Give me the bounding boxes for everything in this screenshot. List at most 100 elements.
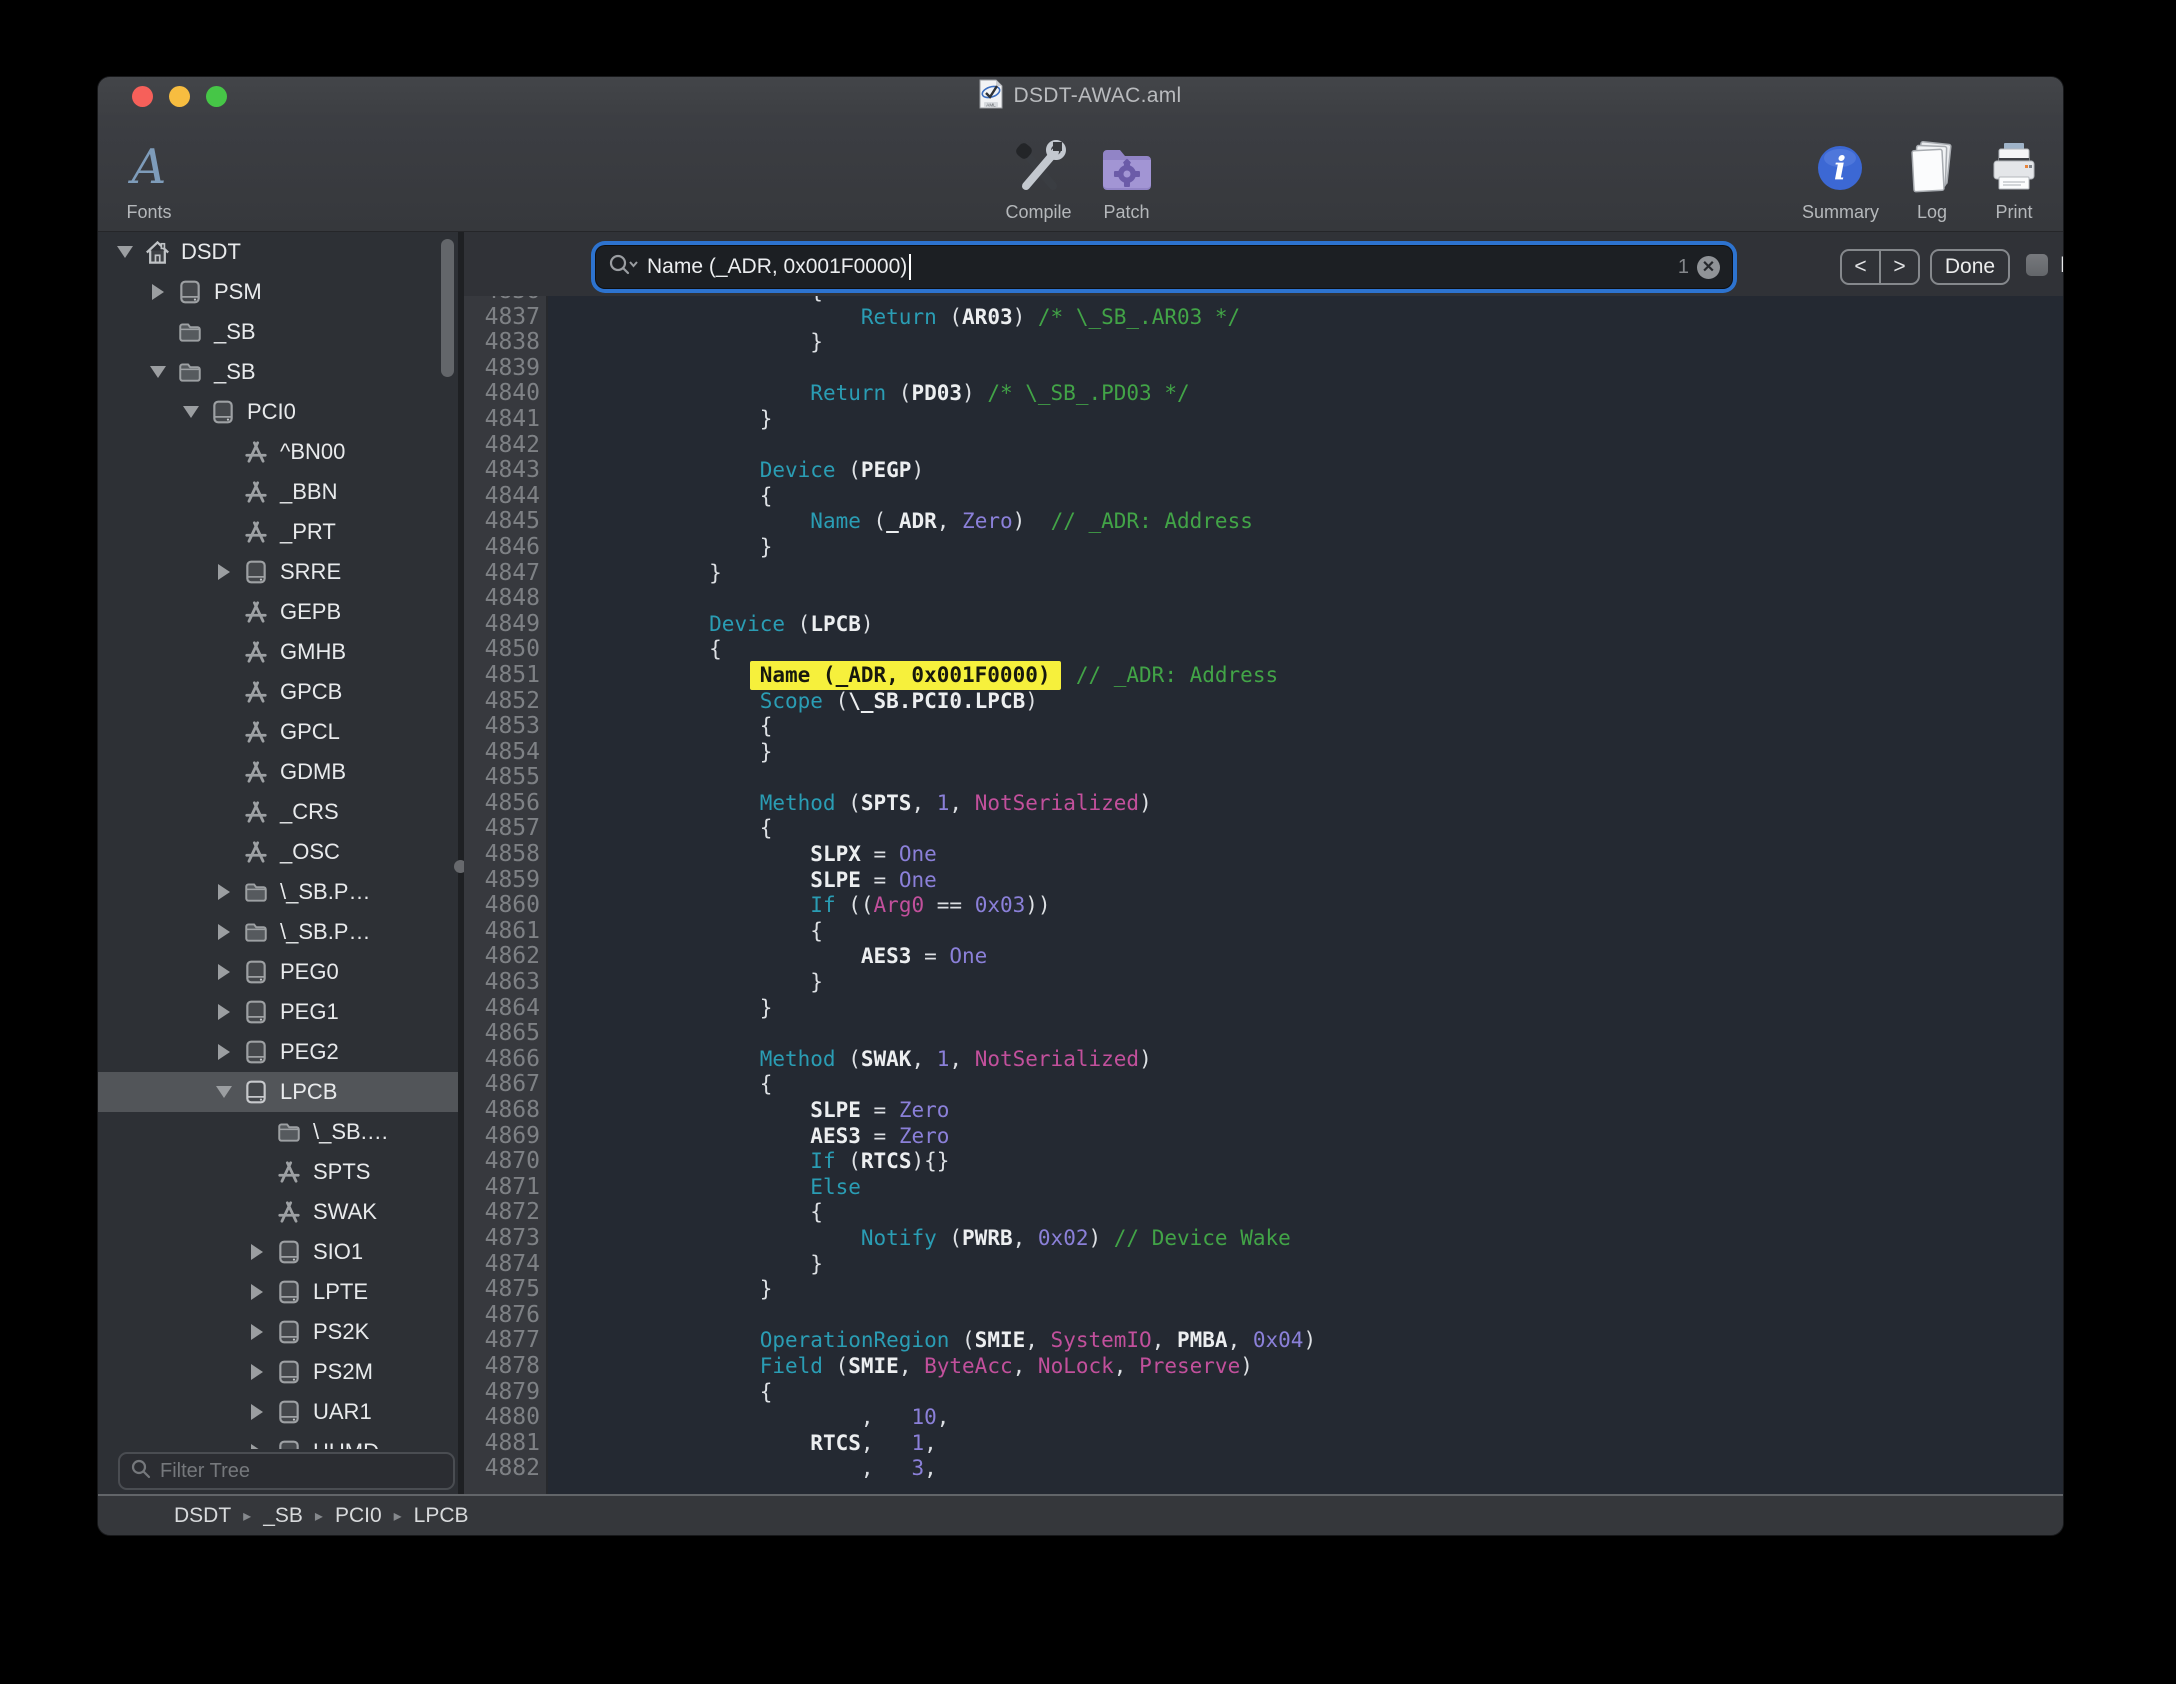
code-line[interactable]: 4863 } xyxy=(464,970,2063,996)
tree-item-pci0[interactable]: PCI0 xyxy=(98,392,458,432)
tree-item-gdmb[interactable]: GDMB xyxy=(98,752,458,792)
disclosure-down-icon[interactable] xyxy=(176,406,206,418)
code-line[interactable]: 4871 Else xyxy=(464,1175,2063,1201)
tree-item-peg0[interactable]: PEG0 xyxy=(98,952,458,992)
sidebar-scrollbar[interactable] xyxy=(441,239,454,377)
disclosure-down-icon[interactable] xyxy=(143,366,173,378)
disclosure-right-icon[interactable] xyxy=(209,884,239,900)
code-line[interactable]: 4853 { xyxy=(464,714,2063,740)
disclosure-right-icon[interactable] xyxy=(242,1284,272,1300)
code-line[interactable]: 4852 Scope (\_SB.PCI0.LPCB) xyxy=(464,689,2063,715)
code-line[interactable]: 4880 , 10, xyxy=(464,1405,2063,1431)
tree-item-sbp[interactable]: \_SB.P… xyxy=(98,912,458,952)
code-line[interactable]: 4857 { xyxy=(464,816,2063,842)
code-line[interactable]: 4865 xyxy=(464,1021,2063,1047)
tree-item-sb[interactable]: \_SB.… xyxy=(98,1112,458,1152)
tree-item-bbn[interactable]: _BBN xyxy=(98,472,458,512)
replace-checkbox[interactable] xyxy=(2026,254,2048,276)
code-line[interactable]: 4841 } xyxy=(464,407,2063,433)
code-line[interactable]: 4878 Field (SMIE, ByteAcc, NoLock, Prese… xyxy=(464,1354,2063,1380)
search-menu-icon[interactable] xyxy=(608,253,638,282)
tree-item-peg1[interactable]: PEG1 xyxy=(98,992,458,1032)
summary-button[interactable]: i Summary xyxy=(1802,123,1879,223)
tree-item-osc[interactable]: _OSC xyxy=(98,832,458,872)
code-line[interactable]: 4839 xyxy=(464,356,2063,382)
tree-item-spts[interactable]: SPTS xyxy=(98,1152,458,1192)
disclosure-right-icon[interactable] xyxy=(242,1324,272,1340)
code-line[interactable]: 4840 Return (PD03) /* \_SB_.PD03 */ xyxy=(464,381,2063,407)
tree-item-lpcb[interactable]: LPCB xyxy=(98,1072,458,1112)
log-button[interactable]: Log xyxy=(1903,123,1961,223)
code-line[interactable]: 4861 { xyxy=(464,919,2063,945)
clear-search-icon[interactable]: ✕ xyxy=(1697,256,1720,279)
code-line[interactable]: 4876 xyxy=(464,1303,2063,1329)
tree-item-sb[interactable]: _SB xyxy=(98,352,458,392)
code-line[interactable]: 4870 If (RTCS){} xyxy=(464,1149,2063,1175)
code-line[interactable]: 4850 { xyxy=(464,637,2063,663)
tree-item-sio1[interactable]: SIO1 xyxy=(98,1232,458,1272)
code-line[interactable]: 4875 } xyxy=(464,1277,2063,1303)
code-line[interactable]: 4872 { xyxy=(464,1200,2063,1226)
code-line[interactable]: 4838 } xyxy=(464,330,2063,356)
filter-tree-input[interactable]: Filter Tree xyxy=(118,1452,455,1490)
code-line[interactable]: 4860 If ((Arg0 == 0x03)) xyxy=(464,893,2063,919)
tree-item-gmhb[interactable]: GMHB xyxy=(98,632,458,672)
tree-item-sb[interactable]: _SB xyxy=(98,312,458,352)
code-line[interactable]: 4844 { xyxy=(464,484,2063,510)
code-line[interactable]: 4877 OperationRegion (SMIE, SystemIO, PM… xyxy=(464,1328,2063,1354)
disclosure-right-icon[interactable] xyxy=(242,1364,272,1380)
find-input[interactable]: Name (_ADR, 0x001F0000) 1 ✕ xyxy=(596,246,1732,288)
code-line[interactable]: 4879 { xyxy=(464,1380,2063,1406)
code-line[interactable]: 4867 { xyxy=(464,1072,2063,1098)
code-line[interactable]: 4869 AES3 = Zero xyxy=(464,1124,2063,1150)
code-line[interactable]: 4847 } xyxy=(464,561,2063,587)
tree-item-srre[interactable]: SRRE xyxy=(98,552,458,592)
code-line[interactable]: 4856 Method (SPTS, 1, NotSerialized) xyxy=(464,791,2063,817)
find-previous-button[interactable]: < xyxy=(1842,251,1881,283)
disclosure-right-icon[interactable] xyxy=(209,564,239,580)
print-button[interactable]: Print xyxy=(1985,123,2043,223)
code-line[interactable]: 4836 { xyxy=(464,296,2063,305)
code-line[interactable]: 4864 } xyxy=(464,996,2063,1022)
disclosure-down-icon[interactable] xyxy=(110,246,140,258)
code-line[interactable]: 4858 SLPX = One xyxy=(464,842,2063,868)
disclosure-right-icon[interactable] xyxy=(209,924,239,940)
disclosure-right-icon[interactable] xyxy=(143,284,173,300)
breadcrumb-item-pci0[interactable]: PCI0 xyxy=(335,1504,382,1528)
tree-item-prt[interactable]: _PRT xyxy=(98,512,458,552)
done-button[interactable]: Done xyxy=(1930,249,2010,285)
code-line[interactable]: 4848 xyxy=(464,586,2063,612)
code-line[interactable]: 4882 , 3, xyxy=(464,1456,2063,1482)
breadcrumb-item-dsdt[interactable]: DSDT xyxy=(174,1504,231,1528)
disclosure-right-icon[interactable] xyxy=(209,964,239,980)
tree-item-gpcb[interactable]: GPCB xyxy=(98,672,458,712)
code-line[interactable]: 4874 } xyxy=(464,1252,2063,1278)
tree-item-uar1[interactable]: UAR1 xyxy=(98,1392,458,1432)
code-line[interactable]: 4845 Name (_ADR, Zero) // _ADR: Address xyxy=(464,509,2063,535)
breadcrumb-item-sb[interactable]: _SB xyxy=(263,1504,303,1528)
tree-item-gpcl[interactable]: GPCL xyxy=(98,712,458,752)
find-next-button[interactable]: > xyxy=(1881,251,1918,283)
code-line[interactable]: 4859 SLPE = One xyxy=(464,868,2063,894)
code-line[interactable]: 4846 } xyxy=(464,535,2063,561)
title-bar[interactable]: AML DSDT-AWAC.aml xyxy=(98,77,2063,115)
code-line[interactable]: 4873 Notify (PWRB, 0x02) // Device Wake xyxy=(464,1226,2063,1252)
tree-item-bn00[interactable]: ^BN00 xyxy=(98,432,458,472)
patch-button[interactable]: Patch xyxy=(1098,123,1156,223)
tree-item-psm[interactable]: PSM xyxy=(98,272,458,312)
tree-item-sbp[interactable]: \_SB.P… xyxy=(98,872,458,912)
tree-item-ps2k[interactable]: PS2K xyxy=(98,1312,458,1352)
tree-item-humd[interactable]: HUMD xyxy=(98,1432,458,1449)
tree-item-dsdt[interactable]: DSDT xyxy=(98,232,458,272)
fonts-button[interactable]: A Fonts xyxy=(120,123,178,223)
tree-item-ps2m[interactable]: PS2M xyxy=(98,1352,458,1392)
code-line[interactable]: 4854 } xyxy=(464,740,2063,766)
code-line[interactable]: 4842 xyxy=(464,433,2063,459)
code-line[interactable]: 4881 RTCS, 1, xyxy=(464,1431,2063,1457)
code-line[interactable]: 4866 Method (SWAK, 1, NotSerialized) xyxy=(464,1047,2063,1073)
tree-item-peg2[interactable]: PEG2 xyxy=(98,1032,458,1072)
disclosure-right-icon[interactable] xyxy=(209,1044,239,1060)
code-line[interactable]: 4837 Return (AR03) /* \_SB_.AR03 */ xyxy=(464,305,2063,331)
code-line[interactable]: 4851 Name (_ADR, 0x001F0000) // _ADR: Ad… xyxy=(464,663,2063,689)
code-line[interactable]: 4855 xyxy=(464,765,2063,791)
